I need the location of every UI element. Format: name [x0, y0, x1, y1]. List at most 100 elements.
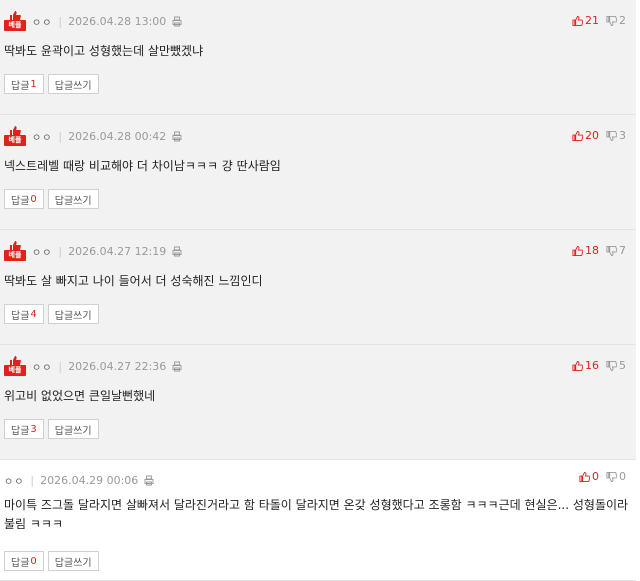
reply-label: 답글: [11, 557, 30, 569]
upvote-button[interactable]: 18: [572, 244, 599, 257]
reply-label: 답글: [11, 425, 30, 437]
comment-text: 마이특 즈그돌 달라지면 살빠져서 달라진거라고 함 타돌이 달라지면 온갖 성…: [4, 498, 629, 531]
best-label: 베플: [4, 135, 26, 146]
reply-label: 답글: [11, 195, 30, 207]
reply-label: 답글: [11, 80, 30, 92]
vote-area: 16 5: [572, 359, 626, 372]
write-reply-button[interactable]: 답글쓰기: [47, 304, 99, 324]
author-name[interactable]: ㅇㅇ: [32, 14, 52, 29]
reply-count: 1: [30, 78, 37, 90]
downvote-button[interactable]: 0: [606, 470, 626, 483]
meta-divider: |: [58, 14, 63, 28]
comment-meta: 베플 ㅇㅇ | 2026.04.28 00:42: [4, 126, 182, 146]
downvote-count: 7: [619, 244, 626, 257]
downvote-count: 0: [619, 470, 626, 483]
upvote-count: 0: [592, 470, 599, 483]
reply-count-button[interactable]: 답글 3: [4, 419, 44, 439]
comment-date: 2026.04.27 12:19: [68, 244, 167, 258]
upvote-button[interactable]: 0: [579, 470, 599, 483]
downvote-count: 5: [619, 359, 626, 372]
best-label: 베플: [4, 365, 26, 376]
comment-item: 베플 ㅇㅇ | 2026.04.28 00:42 20 3 넥스트레벨 때랑 비…: [0, 115, 636, 230]
thumbs-down-icon: [606, 130, 617, 141]
comment-meta: 베플 ㅇㅇ | 2026.04.27 22:36: [4, 356, 182, 376]
upvote-button[interactable]: 16: [572, 359, 599, 372]
printer-icon[interactable]: [172, 246, 182, 257]
comment-text: 넥스트레벨 때랑 비교해야 더 차이남ㅋㅋㅋ 걍 딴사람임: [4, 159, 281, 173]
upvote-button[interactable]: 20: [572, 129, 599, 142]
best-label: 베플: [4, 20, 26, 31]
write-reply-button[interactable]: 답글쓰기: [47, 74, 99, 94]
vote-area: 21 2: [572, 14, 626, 27]
author-name[interactable]: ㅇㅇ: [32, 359, 52, 374]
author-name[interactable]: ㅇㅇ: [4, 473, 24, 488]
upvote-count: 20: [585, 129, 599, 142]
comment-item: 베플 ㅇㅇ | 2026.04.28 13:00 21 2 딱봐도 윤곽이고 성…: [0, 0, 636, 115]
downvote-button[interactable]: 3: [606, 129, 626, 142]
reply-count: 0: [30, 555, 37, 567]
thumbs-down-icon: [606, 15, 617, 26]
meta-divider: |: [58, 359, 63, 373]
thumbs-up-icon: [572, 360, 583, 371]
comment-actions: 답글 4 답글쓰기: [4, 304, 103, 324]
upvote-button[interactable]: 21: [572, 14, 599, 27]
meta-divider: |: [58, 244, 63, 258]
reply-count: 4: [30, 308, 37, 320]
meta-divider: |: [30, 473, 35, 487]
downvote-button[interactable]: 5: [606, 359, 626, 372]
comment-item: 베플 ㅇㅇ | 2026.04.27 12:19 18 7 딱봐도 살 빠지고 …: [0, 230, 636, 345]
comment-item: ㅇㅇ | 2026.04.29 00:06 0 0 마이특 즈그돌 달라지면 살…: [0, 460, 636, 581]
comment-date: 2026.04.28 13:00: [68, 14, 167, 28]
vote-area: 0 0: [579, 470, 626, 483]
meta-divider: |: [58, 129, 63, 143]
comment-meta: 베플 ㅇㅇ | 2026.04.28 13:00: [4, 11, 182, 31]
best-label: 베플: [4, 250, 26, 261]
write-reply-button[interactable]: 답글쓰기: [47, 189, 99, 209]
write-reply-button[interactable]: 답글쓰기: [47, 551, 99, 571]
best-badge: 베플: [4, 11, 26, 31]
best-badge: 베플: [4, 126, 26, 146]
printer-icon[interactable]: [144, 475, 154, 486]
reply-count: 3: [30, 423, 37, 435]
write-reply-button[interactable]: 답글쓰기: [47, 419, 99, 439]
comment-text: 딱봐도 살 빠지고 나이 들어서 더 성숙해진 느낌인디: [4, 274, 263, 288]
thumbs-up-icon: [572, 15, 583, 26]
comment-text: 딱봐도 윤곽이고 성형했는데 살만뺐겠냐: [4, 44, 204, 58]
comment-list: 베플 ㅇㅇ | 2026.04.28 13:00 21 2 딱봐도 윤곽이고 성…: [0, 0, 636, 581]
printer-icon[interactable]: [172, 16, 182, 27]
best-badge: 베플: [4, 241, 26, 261]
downvote-button[interactable]: 7: [606, 244, 626, 257]
downvote-count: 3: [619, 129, 626, 142]
upvote-count: 18: [585, 244, 599, 257]
comment-meta: ㅇㅇ | 2026.04.29 00:06: [4, 470, 154, 490]
thumbs-up-icon: [579, 471, 590, 482]
downvote-button[interactable]: 2: [606, 14, 626, 27]
vote-area: 20 3: [572, 129, 626, 142]
thumbs-down-icon: [606, 471, 617, 482]
upvote-count: 21: [585, 14, 599, 27]
reply-count-button[interactable]: 답글 0: [4, 551, 44, 571]
comment-text: 위고비 없었으면 큰일날뻔했네: [4, 389, 156, 403]
reply-label: 답글: [11, 310, 30, 322]
thumbs-up-icon: [572, 130, 583, 141]
comment-date: 2026.04.29 00:06: [40, 473, 139, 487]
thumbs-down-icon: [606, 360, 617, 371]
comment-actions: 답글 0 답글쓰기: [4, 189, 103, 209]
printer-icon[interactable]: [172, 131, 182, 142]
reply-count-button[interactable]: 답글 4: [4, 304, 44, 324]
reply-count-button[interactable]: 답글 1: [4, 74, 44, 94]
author-name[interactable]: ㅇㅇ: [32, 244, 52, 259]
reply-count: 0: [30, 193, 37, 205]
reply-count-button[interactable]: 답글 0: [4, 189, 44, 209]
printer-icon[interactable]: [172, 361, 182, 372]
comment-date: 2026.04.28 00:42: [68, 129, 167, 143]
downvote-count: 2: [619, 14, 626, 27]
thumbs-up-icon: [572, 245, 583, 256]
author-name[interactable]: ㅇㅇ: [32, 129, 52, 144]
comment-actions: 답글 3 답글쓰기: [4, 419, 103, 439]
thumbs-down-icon: [606, 245, 617, 256]
comment-item: 베플 ㅇㅇ | 2026.04.27 22:36 16 5 위고비 없었으면 큰…: [0, 345, 636, 460]
comment-date: 2026.04.27 22:36: [68, 359, 167, 373]
comment-actions: 답글 1 답글쓰기: [4, 74, 103, 94]
vote-area: 18 7: [572, 244, 626, 257]
